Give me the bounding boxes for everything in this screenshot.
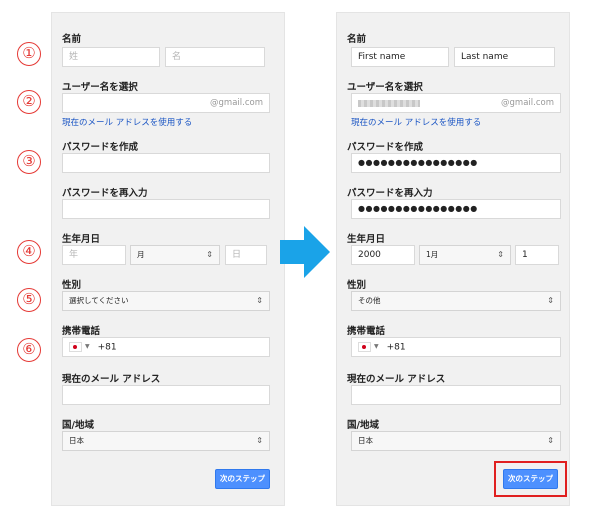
confirm-password-input[interactable]: ●●●●●●●●●●●●●●●● bbox=[351, 199, 561, 219]
birth-day-input[interactable]: 1 bbox=[515, 245, 559, 265]
gmail-suffix: @gmail.com bbox=[210, 98, 263, 108]
country-select[interactable]: 日本 ⇕ bbox=[62, 431, 270, 451]
use-current-email-link[interactable]: 現在のメール アドレスを使用する bbox=[351, 116, 481, 128]
country-value: 日本 bbox=[69, 436, 84, 445]
select-arrows-icon: ⇕ bbox=[206, 250, 213, 259]
confirm-password-input[interactable] bbox=[62, 199, 270, 219]
step-number-5: ⑤ bbox=[17, 288, 41, 312]
japan-flag-icon bbox=[69, 342, 82, 352]
name-label: 名前 bbox=[62, 34, 82, 45]
mobile-input[interactable]: ▼ +81 bbox=[62, 337, 270, 357]
chevron-down-icon: ▼ bbox=[85, 343, 90, 350]
first-name-input[interactable]: First name bbox=[351, 47, 449, 67]
gender-label: 性別 bbox=[62, 280, 82, 291]
username-input[interactable]: @gmail.com bbox=[351, 93, 561, 113]
step-number-1: ① bbox=[17, 42, 41, 66]
create-password-label: パスワードを作成 bbox=[62, 142, 139, 153]
step-number-6: ⑥ bbox=[17, 338, 41, 362]
select-arrows-icon: ⇕ bbox=[547, 436, 554, 445]
birth-year-input[interactable]: 年 bbox=[62, 245, 126, 265]
signup-form-filled: 名前 First name Last name ユーザー名を選択 @gmail.… bbox=[336, 12, 570, 506]
username-label: ユーザー名を選択 bbox=[62, 82, 138, 93]
confirm-password-label: パスワードを再入力 bbox=[347, 188, 433, 199]
select-arrows-icon: ⇕ bbox=[256, 296, 263, 305]
birthday-label: 生年月日 bbox=[347, 234, 386, 245]
masked-username bbox=[358, 100, 420, 107]
mobile-label: 携帯電話 bbox=[347, 326, 386, 337]
current-email-label: 現在のメール アドレス bbox=[62, 374, 161, 385]
birth-day-input[interactable]: 日 bbox=[225, 245, 267, 265]
country-value: 日本 bbox=[358, 436, 373, 445]
select-arrows-icon: ⇕ bbox=[547, 296, 554, 305]
next-step-button[interactable]: 次のステップ bbox=[503, 469, 558, 489]
username-label: ユーザー名を選択 bbox=[347, 82, 423, 93]
country-select[interactable]: 日本 ⇕ bbox=[351, 431, 561, 451]
birth-month-value: 1月 bbox=[426, 250, 439, 259]
signup-form-empty: 名前 姓 名 ユーザー名を選択 @gmail.com 現在のメール アドレスを使… bbox=[51, 12, 285, 506]
create-password-label: パスワードを作成 bbox=[347, 142, 424, 153]
gender-value: その他 bbox=[358, 296, 381, 305]
country-label: 国/地域 bbox=[62, 420, 94, 431]
next-step-button[interactable]: 次のステップ bbox=[215, 469, 270, 489]
birth-month-value: 月 bbox=[137, 250, 145, 259]
gender-select[interactable]: その他 ⇕ bbox=[351, 291, 561, 311]
current-email-label: 現在のメール アドレス bbox=[347, 374, 446, 385]
step-number-2: ② bbox=[17, 90, 41, 114]
last-name-input[interactable]: Last name bbox=[454, 47, 555, 67]
current-email-input[interactable] bbox=[62, 385, 270, 405]
gender-label: 性別 bbox=[347, 280, 367, 291]
mobile-label: 携帯電話 bbox=[62, 326, 101, 337]
username-input[interactable]: @gmail.com bbox=[62, 93, 270, 113]
arrow-right-icon bbox=[280, 226, 330, 278]
mobile-input[interactable]: ▼ +81 bbox=[351, 337, 561, 357]
phone-prefix: +81 bbox=[386, 342, 406, 353]
confirm-password-label: パスワードを再入力 bbox=[62, 188, 148, 199]
country-label: 国/地域 bbox=[347, 420, 379, 431]
phone-prefix: +81 bbox=[97, 342, 117, 353]
last-name-input[interactable]: 名 bbox=[165, 47, 265, 67]
gmail-suffix: @gmail.com bbox=[501, 98, 554, 108]
select-arrows-icon: ⇕ bbox=[256, 436, 263, 445]
birthday-label: 生年月日 bbox=[62, 234, 101, 245]
gender-value: 選択してください bbox=[69, 296, 129, 305]
japan-flag-icon bbox=[358, 342, 371, 352]
use-current-email-link[interactable]: 現在のメール アドレスを使用する bbox=[62, 116, 192, 128]
gender-select[interactable]: 選択してください ⇕ bbox=[62, 291, 270, 311]
select-arrows-icon: ⇕ bbox=[497, 250, 504, 259]
birth-month-select[interactable]: 月 ⇕ bbox=[130, 245, 220, 265]
password-input[interactable]: ●●●●●●●●●●●●●●●● bbox=[351, 153, 561, 173]
name-label: 名前 bbox=[347, 34, 367, 45]
chevron-down-icon: ▼ bbox=[374, 343, 379, 350]
password-input[interactable] bbox=[62, 153, 270, 173]
first-name-input[interactable]: 姓 bbox=[62, 47, 160, 67]
birth-year-input[interactable]: 2000 bbox=[351, 245, 415, 265]
current-email-input[interactable] bbox=[351, 385, 561, 405]
step-number-3: ③ bbox=[17, 150, 41, 174]
birth-month-select[interactable]: 1月 ⇕ bbox=[419, 245, 511, 265]
step-number-4: ④ bbox=[17, 240, 41, 264]
